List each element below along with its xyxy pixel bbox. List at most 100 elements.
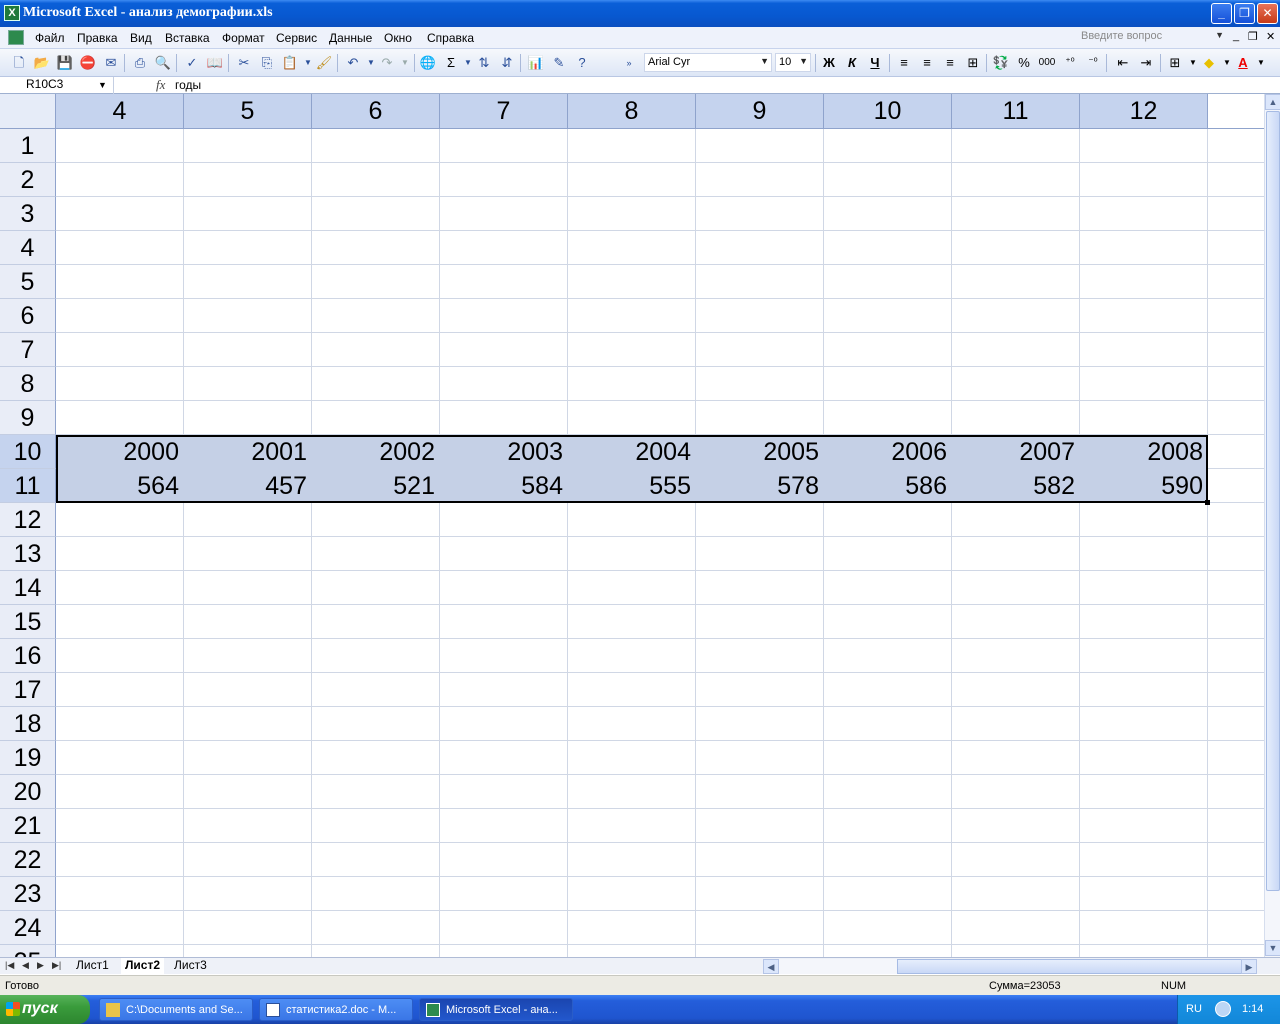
taskbar-item-word[interactable]: статистика2.doc - M... [259,998,413,1021]
decrease-decimal-icon[interactable]: ⁻⁰ [1084,54,1102,72]
menu-view[interactable]: Вид [130,31,152,45]
tray-expand-icon[interactable] [1215,1001,1231,1017]
workbook-icon[interactable] [8,30,24,45]
align-right-icon[interactable]: ≡ [941,54,959,72]
row-header[interactable]: 5 [0,265,56,299]
print-icon[interactable]: ⎙ [131,54,149,72]
row-header[interactable]: 22 [0,843,56,877]
row-header[interactable]: 15 [0,605,56,639]
menu-format[interactable]: Формат [222,31,265,45]
taskbar-item-excel[interactable]: Microsoft Excel - ана... [419,998,573,1021]
column-header[interactable]: 9 [696,94,824,129]
last-sheet-icon[interactable]: ▶| [52,960,61,971]
underline-button[interactable]: Ч [866,54,884,72]
cell-value[interactable]: 582 [952,469,1080,503]
increase-decimal-icon[interactable]: ⁺⁰ [1061,54,1079,72]
menu-file[interactable]: Файл [35,31,65,45]
chevron-down-icon[interactable]: ▼ [760,56,769,66]
fill-color-icon[interactable]: ◆ [1200,54,1218,72]
cell-value[interactable]: 578 [696,469,824,503]
menu-tools[interactable]: Сервис [276,31,317,45]
cell-value[interactable]: 521 [312,469,440,503]
column-header[interactable]: 10 [824,94,952,129]
cell-value[interactable]: 2003 [440,435,568,469]
row-header[interactable]: 18 [0,707,56,741]
email-icon[interactable]: ✉ [102,54,120,72]
cell-value[interactable]: 2006 [824,435,952,469]
scroll-up-icon[interactable]: ▲ [1265,94,1280,110]
select-all-corner[interactable] [0,94,56,129]
row-header[interactable]: 2 [0,163,56,197]
chevron-down-icon[interactable]: ▼ [1252,54,1270,72]
workbook-close-icon[interactable]: ✕ [1266,30,1275,43]
spelling-icon[interactable]: ✓ [183,54,201,72]
horizontal-scroll-thumb[interactable] [897,959,1243,974]
menu-window[interactable]: Окно [384,31,412,45]
row-header[interactable]: 19 [0,741,56,775]
column-header[interactable]: 5 [184,94,312,129]
start-button[interactable]: пуск [0,995,90,1024]
row-header[interactable]: 11 [0,469,56,503]
bold-button[interactable]: Ж [820,54,838,72]
currency-icon[interactable]: 💱 [992,54,1010,72]
font-size-select[interactable]: 10 ▼ [775,53,811,72]
cell-value[interactable]: 2002 [312,435,440,469]
column-header[interactable]: 4 [56,94,184,129]
cell-value[interactable]: 590 [1080,469,1208,503]
menu-help[interactable]: Справка [427,31,474,45]
row-header[interactable]: 10 [0,435,56,469]
scroll-left-icon[interactable]: ◀ [763,959,779,974]
row-header[interactable]: 16 [0,639,56,673]
scroll-down-icon[interactable]: ▼ [1265,940,1280,956]
cell-value[interactable]: 2008 [1080,435,1208,469]
chart-wizard-icon[interactable]: 📊 [527,54,545,72]
chevron-down-icon[interactable]: ▼ [396,54,414,72]
align-left-icon[interactable]: ≡ [895,54,913,72]
drawing-icon[interactable]: ✎ [550,54,568,72]
sheet-tab-2[interactable]: Лист2 [121,958,165,974]
sheet-tab-3[interactable]: Лист3 [170,958,211,974]
cell-value[interactable]: 2005 [696,435,824,469]
save-icon[interactable]: 💾 [56,54,74,72]
vertical-scroll-thumb[interactable] [1266,111,1280,891]
sort-descending-icon[interactable]: ⇵ [498,54,516,72]
column-header-partial[interactable] [1208,94,1264,129]
insert-function-icon[interactable]: fx [156,77,165,93]
paste-icon[interactable]: 📋 [281,54,299,72]
sheet-tab-1[interactable]: Лист1 [72,958,113,974]
cell-value[interactable]: 586 [824,469,952,503]
next-sheet-icon[interactable]: ▶ [37,960,44,971]
redo-icon[interactable]: ↷ [378,54,396,72]
cell-value[interactable]: 2004 [568,435,696,469]
row-header[interactable]: 3 [0,197,56,231]
first-sheet-icon[interactable]: |◀ [5,960,14,971]
column-header[interactable]: 7 [440,94,568,129]
row-header[interactable]: 9 [0,401,56,435]
close-button[interactable]: ✕ [1257,3,1278,24]
restore-button[interactable]: ❐ [1234,3,1255,24]
row-header[interactable]: 21 [0,809,56,843]
row-header[interactable]: 7 [0,333,56,367]
row-header[interactable]: 8 [0,367,56,401]
borders-icon[interactable]: ⊞ [1166,54,1184,72]
row-header[interactable]: 17 [0,673,56,707]
row-header[interactable]: 4 [0,231,56,265]
column-header[interactable]: 12 [1080,94,1208,129]
minimize-button[interactable]: _ [1211,3,1232,24]
row-header[interactable]: 25 [0,945,56,957]
language-indicator[interactable]: RU [1186,1003,1202,1015]
new-file-icon[interactable]: 🗋 [10,54,28,72]
row-header[interactable]: 1 [0,129,56,163]
permission-icon[interactable]: ⛔ [79,54,97,72]
horizontal-scrollbar[interactable]: ◀ ▶ [763,959,1257,974]
open-folder-icon[interactable]: 📂 [33,54,51,72]
row-header[interactable]: 24 [0,911,56,945]
chevron-down-icon[interactable]: ▼ [98,78,107,93]
help-question-input[interactable]: Введите вопрос ▼ [1078,30,1226,46]
worksheet-grid[interactable]: 4 5 6 7 8 9 10 11 12 1 2 3 4 5 6 7 8 9 10 11 12 13 14 15 16 17 18… [0,94,1264,957]
cut-icon[interactable]: ✂ [235,54,253,72]
toolbar-options-icon[interactable]: » [620,54,638,72]
name-box[interactable]: R10C3 ▼ [0,77,114,94]
formula-input[interactable]: годы [175,78,201,93]
research-icon[interactable]: 📖 [206,54,224,72]
